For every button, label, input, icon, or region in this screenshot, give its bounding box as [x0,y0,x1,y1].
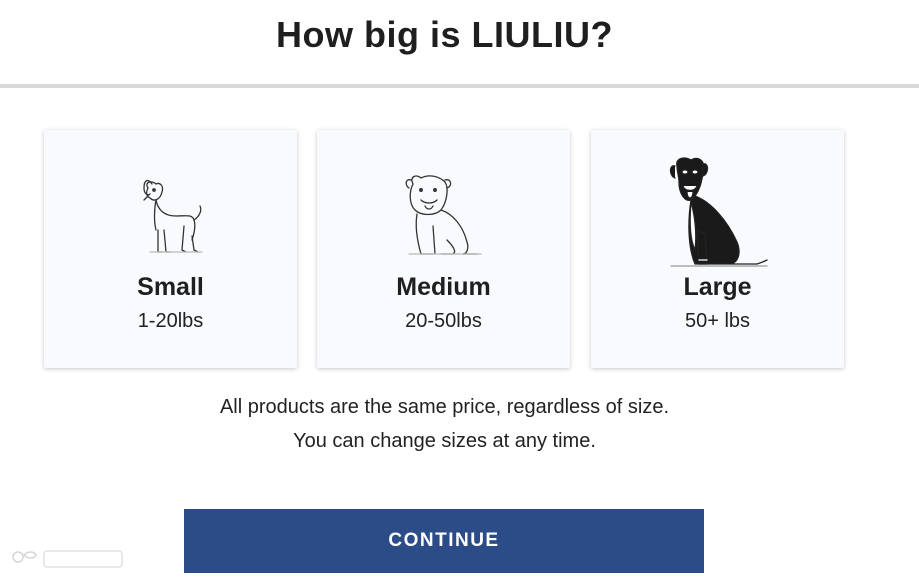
size-range-medium: 20-50lbs [405,310,482,332]
size-range-small: 1-20lbs [137,310,204,332]
size-range-large: 50+ lbs [684,310,751,332]
change-size-note: You can change sizes at any time. [293,430,596,452]
size-label-small: Small [137,273,204,301]
size-card-medium[interactable]: Medium 20-50lbs [317,130,570,368]
price-note: All products are the same price, regardl… [219,396,670,418]
large-dog-icon [591,130,844,278]
size-card-small[interactable]: Small 1-20lbs [44,130,297,368]
size-label-medium: Medium [396,273,491,301]
size-label-large: Large [683,273,752,301]
page-title: How big is LIULIU? [276,14,613,55]
continue-button[interactable]: CONTINUE [184,509,704,573]
header-divider [0,84,919,88]
small-dog-icon [44,130,297,278]
medium-dog-icon [317,130,570,278]
watermark-logo [8,545,128,575]
size-card-large[interactable]: Large 50+ lbs [591,130,844,368]
